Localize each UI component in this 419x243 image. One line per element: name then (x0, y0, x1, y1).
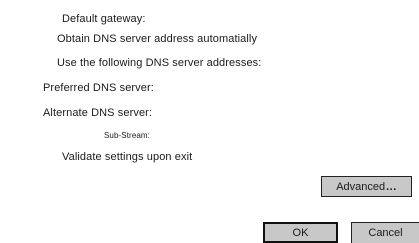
default-gateway-label: Default gateway: (62, 13, 146, 25)
ok-button[interactable]: OK (263, 222, 338, 243)
advanced-button-ellipsis: ... (386, 180, 397, 193)
advanced-button-label: Advanced (336, 180, 386, 193)
advanced-button[interactable]: Advanced... (321, 176, 412, 197)
validate-settings-option[interactable]: Validate settings upon exit (62, 151, 192, 164)
cancel-button[interactable]: Cancel (351, 222, 419, 243)
ok-button-label: OK (292, 226, 309, 239)
sub-stream-label: Sub-Stream: (104, 131, 151, 140)
preferred-dns-server-label: Preferred DNS server: (43, 82, 154, 94)
cancel-button-label: Cancel (368, 227, 403, 239)
alternate-dns-server-label: Alternate DNS server: (43, 107, 153, 119)
use-following-dns-option[interactable]: Use the following DNS server addresses: (57, 57, 261, 70)
obtain-dns-automatically-option[interactable]: Obtain DNS server address automatially (57, 33, 257, 46)
